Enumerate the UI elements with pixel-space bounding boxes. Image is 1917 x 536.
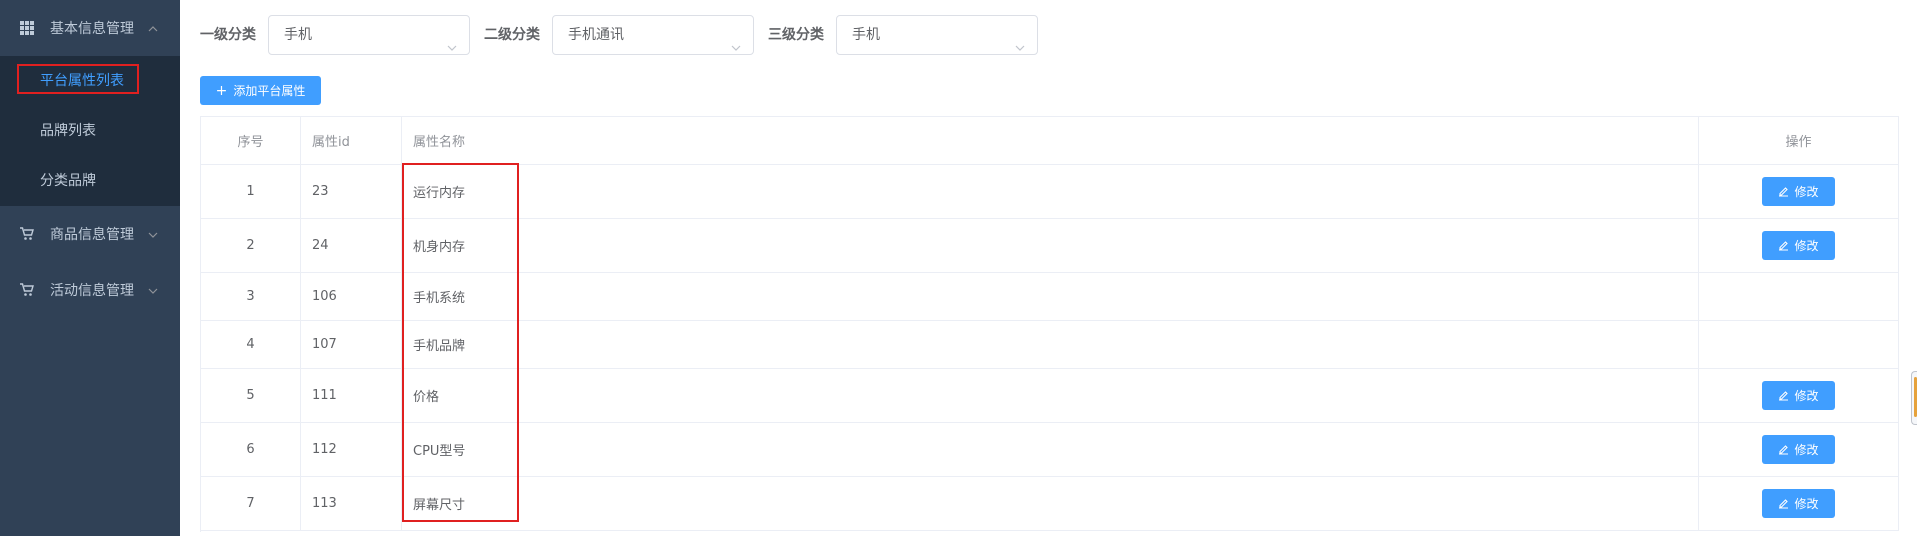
cell-actions bbox=[1699, 273, 1899, 320]
edit-button[interactable]: 修改 bbox=[1762, 231, 1835, 260]
cell-id: 106 bbox=[301, 273, 402, 320]
edit-button-label: 修改 bbox=[1794, 185, 1819, 199]
cell-index: 3 bbox=[201, 273, 301, 320]
menu-basic-info-label: 基本信息管理 bbox=[50, 21, 134, 37]
cell-actions: 修改 bbox=[1699, 219, 1899, 272]
cell-index: 7 bbox=[201, 477, 301, 530]
grid-icon bbox=[20, 21, 34, 35]
level2-select-value: 手机通讯 bbox=[568, 27, 624, 43]
edit-button[interactable]: 修改 bbox=[1762, 381, 1835, 410]
level3-label: 三级分类 bbox=[768, 27, 824, 43]
level1-select-value: 手机 bbox=[284, 27, 312, 43]
cell-index: 5 bbox=[201, 369, 301, 422]
edit-button-label: 修改 bbox=[1794, 389, 1819, 403]
chevron-down-icon bbox=[148, 228, 158, 238]
cell-actions bbox=[1699, 321, 1899, 368]
cell-id: 23 bbox=[301, 165, 402, 218]
level3-select[interactable]: 手机 bbox=[836, 15, 1038, 55]
chevron-down-icon bbox=[447, 30, 457, 51]
col-header-name: 属性名称 bbox=[402, 117, 1699, 164]
cell-index: 6 bbox=[201, 423, 301, 476]
table-row: 7 113 屏幕尺寸 修改 bbox=[201, 477, 1899, 531]
edit-icon bbox=[1779, 499, 1789, 509]
cell-index: 4 bbox=[201, 321, 301, 368]
level2-label: 二级分类 bbox=[484, 27, 540, 43]
cart-icon bbox=[20, 283, 34, 297]
cell-name: 手机品牌 bbox=[402, 321, 1699, 368]
cell-index: 1 bbox=[201, 165, 301, 218]
menu-product-info-label: 商品信息管理 bbox=[50, 227, 134, 243]
table-row: 3 106 手机系统 bbox=[201, 273, 1899, 321]
menu-product-info[interactable]: 商品信息管理 bbox=[0, 206, 180, 262]
level3-select-value: 手机 bbox=[852, 27, 880, 43]
cell-actions: 修改 bbox=[1699, 369, 1899, 422]
cell-actions: 修改 bbox=[1699, 423, 1899, 476]
edit-icon bbox=[1779, 391, 1789, 401]
col-header-actions: 操作 bbox=[1699, 117, 1899, 164]
edit-icon bbox=[1779, 445, 1789, 455]
table-row: 5 111 价格 修改 bbox=[201, 369, 1899, 423]
edit-button[interactable]: 修改 bbox=[1762, 489, 1835, 518]
cell-name: CPU型号 bbox=[402, 423, 1699, 476]
level1-label: 一级分类 bbox=[200, 27, 256, 43]
sidebar: 基本信息管理 平台属性列表 品牌列表 分类品牌 商品信息管理 活动信息管理 bbox=[0, 0, 180, 536]
level1-select[interactable]: 手机 bbox=[268, 15, 470, 55]
table-row: 2 24 机身内存 修改 bbox=[201, 219, 1899, 273]
menu-activity-info-label: 活动信息管理 bbox=[50, 283, 134, 299]
cell-id: 112 bbox=[301, 423, 402, 476]
col-header-id: 属性id bbox=[301, 117, 402, 164]
edit-button[interactable]: 修改 bbox=[1762, 435, 1835, 464]
menu-basic-info[interactable]: 基本信息管理 bbox=[0, 0, 180, 56]
edit-icon bbox=[1779, 187, 1789, 197]
plus-icon: + bbox=[215, 82, 228, 99]
sidebar-item-category-brand[interactable]: 分类品牌 bbox=[0, 156, 180, 206]
cell-name: 手机系统 bbox=[402, 273, 1699, 320]
chevron-down-icon bbox=[731, 30, 741, 51]
side-drawer-handle[interactable] bbox=[1911, 371, 1917, 425]
add-attribute-button[interactable]: + 添加平台属性 bbox=[200, 76, 321, 105]
cell-actions: 修改 bbox=[1699, 477, 1899, 530]
cell-name: 价格 bbox=[402, 369, 1699, 422]
chevron-down-icon bbox=[148, 284, 158, 294]
cell-name: 屏幕尺寸 bbox=[402, 477, 1699, 530]
sidebar-item-brand-list[interactable]: 品牌列表 bbox=[0, 106, 180, 156]
edit-button-label: 修改 bbox=[1794, 497, 1819, 511]
cell-index: 2 bbox=[201, 219, 301, 272]
table-header: 序号 属性id 属性名称 操作 bbox=[201, 117, 1899, 165]
edit-icon bbox=[1779, 241, 1789, 251]
cell-actions: 修改 bbox=[1699, 165, 1899, 218]
edit-button-label: 修改 bbox=[1794, 443, 1819, 457]
table-row: 1 23 运行内存 修改 bbox=[201, 165, 1899, 219]
table-row: 4 107 手机品牌 bbox=[201, 321, 1899, 369]
cell-id: 113 bbox=[301, 477, 402, 530]
add-attribute-label: 添加平台属性 bbox=[233, 84, 306, 98]
cell-id: 24 bbox=[301, 219, 402, 272]
cell-name: 机身内存 bbox=[402, 219, 1699, 272]
cart-icon bbox=[20, 227, 34, 241]
cell-id: 111 bbox=[301, 369, 402, 422]
edit-button[interactable]: 修改 bbox=[1762, 177, 1835, 206]
col-header-index: 序号 bbox=[201, 117, 301, 164]
sidebar-item-platform-attrs[interactable]: 平台属性列表 bbox=[0, 56, 180, 106]
cell-id: 107 bbox=[301, 321, 402, 368]
table-row: 6 112 CPU型号 修改 bbox=[201, 423, 1899, 477]
chevron-down-icon bbox=[1015, 30, 1025, 51]
edit-button-label: 修改 bbox=[1794, 239, 1819, 253]
chevron-up-icon bbox=[148, 22, 158, 32]
menu-activity-info[interactable]: 活动信息管理 bbox=[0, 262, 180, 318]
level2-select[interactable]: 手机通讯 bbox=[552, 15, 754, 55]
attribute-table: 序号 属性id 属性名称 操作 1 23 运行内存 修改 2 24 机身内存 修… bbox=[200, 116, 1899, 532]
submenu-basic-info: 平台属性列表 品牌列表 分类品牌 bbox=[0, 56, 180, 206]
cell-name: 运行内存 bbox=[402, 165, 1699, 218]
